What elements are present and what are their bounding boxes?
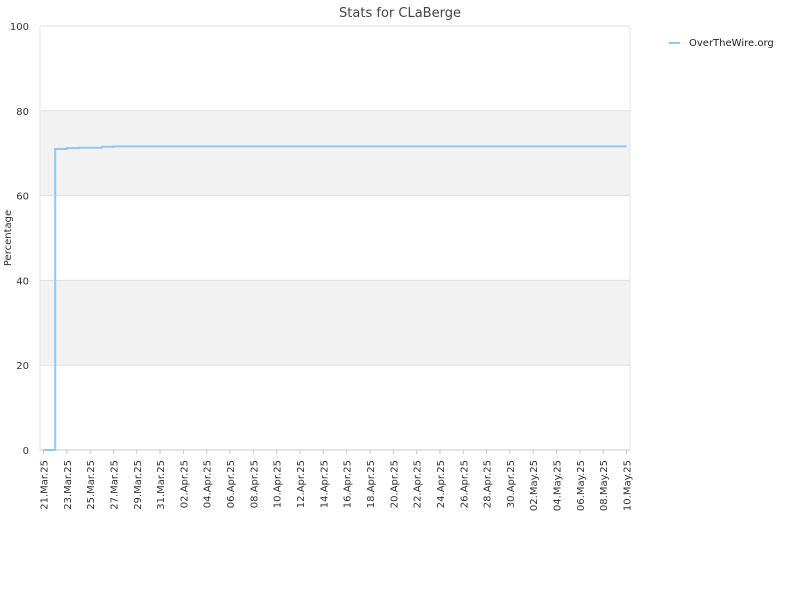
x-tick-label: 12.Apr.25 <box>296 460 307 508</box>
x-tick-label: 25.Mar.25 <box>86 460 97 510</box>
y-tick-label: 60 <box>16 192 29 203</box>
y-tick-label: 20 <box>16 361 29 372</box>
plot-band <box>40 280 630 366</box>
x-tick-label: 10.Apr.25 <box>273 460 284 508</box>
x-tick-label: 08.Apr.25 <box>249 460 260 508</box>
x-tick-label: 06.May.25 <box>576 460 587 511</box>
x-tick-label: 21.Mar.25 <box>39 460 50 510</box>
x-tick-label: 08.May.25 <box>599 460 610 511</box>
x-tick-label: 06.Apr.25 <box>226 460 237 508</box>
x-tick-label: 14.Apr.25 <box>319 460 330 508</box>
x-tick-label: 10.May.25 <box>623 460 634 511</box>
y-tick-label: 40 <box>16 276 29 287</box>
x-tick-label: 02.Apr.25 <box>179 460 190 508</box>
chart-container: 0 20 40 60 80 100 21.Mar.25 23.Mar.25 25.Mar.25… <box>0 0 800 600</box>
y-tick-label: 100 <box>10 22 29 33</box>
x-tick-label: 31.Mar.25 <box>156 460 167 510</box>
legend[interactable]: OverTheWire.org <box>669 38 774 49</box>
x-tick-label: 22.Apr.25 <box>413 460 424 508</box>
x-tick-label: 20.Apr.25 <box>389 460 400 508</box>
x-tick-labels: 21.Mar.25 23.Mar.25 25.Mar.25 27.Mar.25 29.M… <box>39 450 634 511</box>
x-tick-label: 16.Apr.25 <box>343 460 354 508</box>
x-tick-label: 18.Apr.25 <box>366 460 377 508</box>
chart-svg: 0 20 40 60 80 100 21.Mar.25 23.Mar.25 25.Mar.25… <box>3 6 774 511</box>
plot-band <box>40 365 630 450</box>
x-tick-label: 28.Apr.25 <box>483 460 494 508</box>
x-tick-label: 02.May.25 <box>529 460 540 511</box>
x-tick-label: 30.Apr.25 <box>506 460 517 508</box>
plot-band <box>40 110 630 196</box>
x-tick-label: 04.May.25 <box>553 460 564 511</box>
chart-title: Stats for CLaBerge <box>339 6 461 21</box>
plot-band <box>40 26 630 111</box>
x-tick-label: 23.Mar.25 <box>63 460 74 510</box>
y-tick-label: 0 <box>23 446 29 457</box>
x-tick-label: 04.Apr.25 <box>203 460 214 508</box>
legend-label: OverTheWire.org <box>689 38 774 49</box>
x-tick-label: 27.Mar.25 <box>109 460 120 510</box>
x-tick-label: 26.Apr.25 <box>459 460 470 508</box>
y-tick-label: 80 <box>16 107 29 118</box>
plot-bands <box>40 26 630 450</box>
plot-band <box>40 195 630 281</box>
x-tick-label: 29.Mar.25 <box>133 460 144 510</box>
x-tick-label: 24.Apr.25 <box>436 460 447 508</box>
y-axis-label: Percentage <box>3 210 14 266</box>
